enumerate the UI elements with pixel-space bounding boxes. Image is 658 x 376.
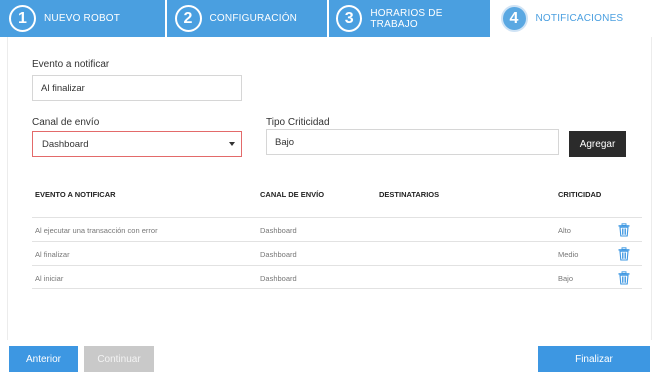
step-label: NOTIFICACIONES <box>535 13 624 24</box>
agregar-button[interactable]: Agregar <box>569 131 626 157</box>
continuar-button[interactable]: Continuar <box>84 346 154 372</box>
cell-canal: Dashboard <box>260 226 297 235</box>
criticidad-label: Tipo Criticidad <box>266 117 330 128</box>
canal-value: Dashboard <box>42 138 89 150</box>
cell-criticidad: Bajo <box>558 274 574 283</box>
cell-canal: Dashboard <box>260 250 297 259</box>
step-number: 4 <box>500 5 528 32</box>
chevron-down-icon <box>229 142 235 146</box>
canal-select[interactable]: Dashboard <box>32 131 242 157</box>
table-row: Al finalizar Dashboard Medio <box>32 241 642 265</box>
evento-label: Evento a notificar <box>32 59 110 70</box>
table-row: Al iniciar Dashboard Bajo <box>32 265 642 289</box>
header-destinatarios: DESTINATARIOS <box>379 190 440 199</box>
step-number: 1 <box>9 5 36 32</box>
step-label: HORARIOS DE TRABAJO <box>370 7 443 30</box>
table-row: Al ejecutar una transacción con error Da… <box>32 217 642 241</box>
cell-evento: Al iniciar <box>35 274 64 283</box>
step-notificaciones[interactable]: 4 NOTIFICACIONES <box>491 0 658 37</box>
cell-evento: Al ejecutar una transacción con error <box>35 226 158 235</box>
header-canal: CANAL DE ENVÍO <box>260 190 325 199</box>
step-label: NUEVO ROBOT <box>44 13 121 24</box>
wizard-stepper: 1 NUEVO ROBOT 2 CONFIGURACIÓN 3 HORARIOS… <box>0 0 658 37</box>
cell-canal: Dashboard <box>260 274 297 283</box>
evento-input[interactable]: Al finalizar <box>32 75 242 101</box>
step-configuracion[interactable]: 2 CONFIGURACIÓN <box>166 0 327 37</box>
trash-icon[interactable] <box>617 271 631 285</box>
finalizar-button[interactable]: Finalizar <box>538 346 650 372</box>
step-number: 3 <box>336 5 363 32</box>
criticidad-input[interactable]: Bajo <box>266 129 559 155</box>
anterior-button[interactable]: Anterior <box>9 346 78 372</box>
trash-icon[interactable] <box>617 223 631 237</box>
cell-criticidad: Alto <box>558 226 571 235</box>
step-horarios-de-trabajo[interactable]: 3 HORARIOS DE TRABAJO <box>329 0 490 37</box>
cell-evento: Al finalizar <box>35 250 70 259</box>
header-criticidad: CRITICIDAD <box>558 190 602 199</box>
cell-criticidad: Medio <box>558 250 579 259</box>
evento-value: Al finalizar <box>41 82 85 94</box>
header-evento: EVENTO A NOTIFICAR <box>35 190 116 199</box>
step-nuevo-robot[interactable]: 1 NUEVO ROBOT <box>0 0 165 37</box>
step-number: 2 <box>174 5 202 32</box>
criticidad-value: Bajo <box>275 136 295 148</box>
canal-label: Canal de envío <box>32 117 100 128</box>
step-label: CONFIGURACIÓN <box>209 13 298 24</box>
notifications-panel: Evento a notificar Al finalizar Canal de… <box>7 37 652 340</box>
trash-icon[interactable] <box>617 247 631 261</box>
